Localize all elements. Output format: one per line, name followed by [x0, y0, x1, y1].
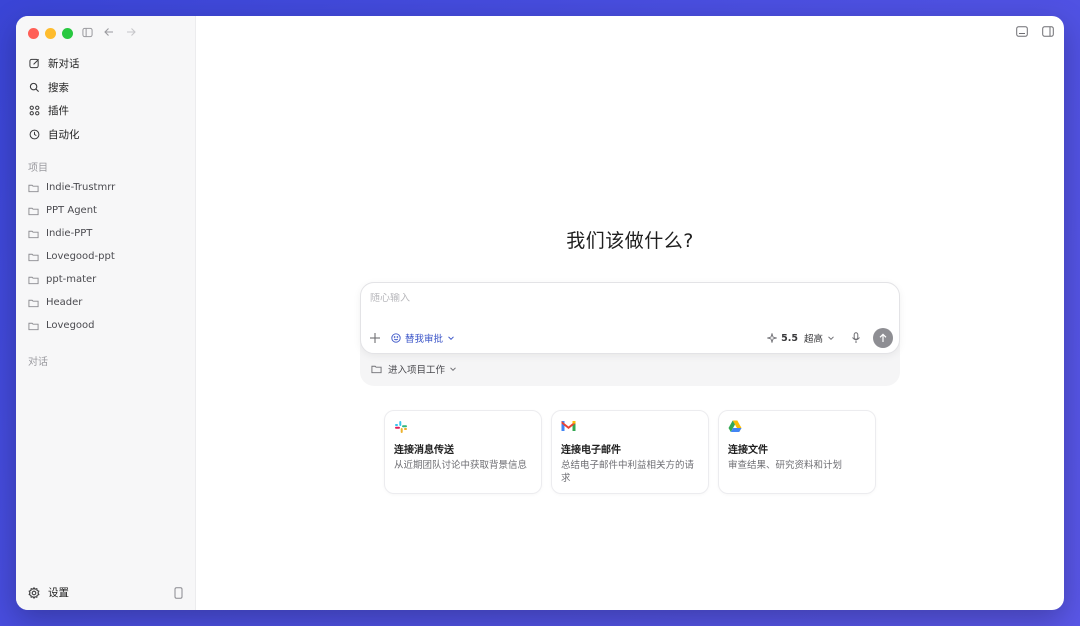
chats-heading: 对话	[28, 356, 48, 368]
folder-icon	[28, 182, 39, 193]
composer: 替我审批 5.5 超高	[360, 282, 900, 354]
phone-icon[interactable]	[174, 586, 183, 599]
slack-icon	[394, 420, 532, 434]
folder-icon	[28, 320, 39, 331]
card-title: 连接电子邮件	[561, 445, 621, 456]
folder-icon	[28, 297, 39, 308]
projects-heading: 项目	[28, 162, 48, 174]
sparkle-icon	[767, 333, 778, 343]
project-label: Indie-PPT	[46, 228, 93, 239]
folder-icon	[371, 364, 382, 374]
sidebar-toolbar	[82, 26, 137, 38]
card-title: 连接文件	[728, 445, 768, 456]
edit-icon	[28, 58, 40, 70]
connector-cards: 连接消息传送 从近期团队讨论中获取背景信息 连接电子邮件 总结电子邮件中利益相关…	[384, 410, 876, 494]
sidebar-item-label: 搜索	[48, 81, 69, 94]
gmail-icon	[561, 420, 699, 434]
project-label: ppt-mater	[46, 274, 97, 285]
right-panel-toggle-icon[interactable]	[1042, 26, 1054, 37]
auto-approve-label: 替我审批	[405, 334, 444, 345]
connect-messaging-card[interactable]: 连接消息传送 从近期团队讨论中获取背景信息	[384, 410, 542, 494]
model-version: 5.5	[781, 332, 798, 344]
google-drive-icon	[728, 420, 866, 434]
send-button[interactable]	[873, 328, 893, 348]
sidebar-toggle-icon[interactable]	[82, 27, 93, 38]
connect-files-card[interactable]: 连接文件 审查结果、研究资料和计划	[718, 410, 876, 494]
model-mode: 超高	[803, 334, 823, 345]
sidebar-footer: 设置	[28, 585, 183, 600]
project-label: Header	[46, 297, 83, 308]
sidebar: 新对话 搜索 插件 自动化 项目 Indie-Trustmrr PPT Agen…	[16, 16, 196, 610]
model-selector[interactable]: 5.5 超高	[767, 331, 835, 345]
settings-label: 设置	[48, 587, 69, 599]
window-toolbar	[1016, 26, 1054, 37]
connect-email-card[interactable]: 连接电子邮件 总结电子邮件中利益相关方的请求	[551, 410, 709, 494]
card-description: 审查结果、研究资料和计划	[728, 460, 843, 471]
card-description: 总结电子邮件中利益相关方的请求	[561, 460, 695, 484]
project-label: PPT Agent	[46, 205, 97, 216]
folder-icon	[28, 228, 39, 239]
smiley-icon	[391, 333, 401, 343]
sidebar-nav: 新对话 搜索 插件 自动化	[22, 52, 189, 146]
project-label: Indie-Trustmrr	[46, 182, 116, 193]
plugins-icon	[28, 105, 40, 117]
project-selector-label: 进入项目工作	[388, 365, 446, 376]
microphone-icon[interactable]	[851, 332, 861, 344]
clock-icon	[28, 128, 40, 140]
page-title: 我们该做什么?	[566, 230, 694, 252]
close-window-button[interactable]	[28, 28, 39, 39]
gear-icon	[28, 586, 40, 599]
sidebar-item-label: 新对话	[48, 58, 80, 71]
folder-icon	[28, 251, 39, 262]
folder-icon	[28, 274, 39, 285]
project-label: Lovegood-ppt	[46, 251, 115, 262]
composer-container: 替我审批 5.5 超高	[360, 282, 900, 386]
window-controls	[28, 28, 73, 39]
chevron-down-icon	[827, 334, 835, 342]
project-label: Lovegood	[46, 320, 95, 331]
sidebar-item-plugins[interactable]: 插件	[22, 99, 189, 123]
sidebar-item-search[interactable]: 搜索	[22, 76, 189, 100]
project-item[interactable]: PPT Agent	[22, 199, 189, 222]
project-item[interactable]: ppt-mater	[22, 268, 189, 291]
prompt-input[interactable]	[370, 293, 870, 304]
project-item[interactable]: Indie-PPT	[22, 222, 189, 245]
add-attachment-button[interactable]	[369, 332, 381, 344]
composer-toolbar: 替我审批 5.5 超高	[369, 327, 893, 349]
auto-approve-button[interactable]: 替我审批	[391, 331, 455, 345]
arrow-up-icon	[879, 333, 887, 342]
project-item[interactable]: Indie-Trustmrr	[22, 176, 189, 199]
project-item[interactable]: Lovegood	[22, 314, 189, 337]
minimize-window-button[interactable]	[45, 28, 56, 39]
app-window: 新对话 搜索 插件 自动化 项目 Indie-Trustmrr PPT Agen…	[16, 16, 1064, 610]
terminal-panel-icon[interactable]	[1016, 26, 1028, 37]
maximize-window-button[interactable]	[62, 28, 73, 39]
folder-icon	[28, 205, 39, 216]
sidebar-item-label: 自动化	[48, 128, 80, 141]
chevron-down-icon	[449, 365, 457, 373]
sidebar-item-new-chat[interactable]: 新对话	[22, 52, 189, 76]
project-item[interactable]: Lovegood-ppt	[22, 245, 189, 268]
search-icon	[28, 81, 40, 93]
sidebar-item-label: 插件	[48, 105, 69, 118]
card-title: 连接消息传送	[394, 445, 454, 456]
back-arrow-icon[interactable]	[103, 26, 115, 38]
forward-arrow-icon[interactable]	[125, 26, 137, 38]
chevron-down-icon	[447, 334, 455, 342]
settings-button[interactable]: 设置	[28, 585, 69, 600]
projects-section: 项目 Indie-Trustmrr PPT Agent Indie-PPT Lo…	[22, 156, 189, 337]
project-selector[interactable]: 进入项目工作	[371, 362, 457, 376]
main-panel: 我们该做什么? 替我审批	[196, 16, 1064, 610]
card-description: 从近期团队讨论中获取背景信息	[394, 460, 528, 471]
project-item[interactable]: Header	[22, 291, 189, 314]
sidebar-item-automation[interactable]: 自动化	[22, 123, 189, 147]
